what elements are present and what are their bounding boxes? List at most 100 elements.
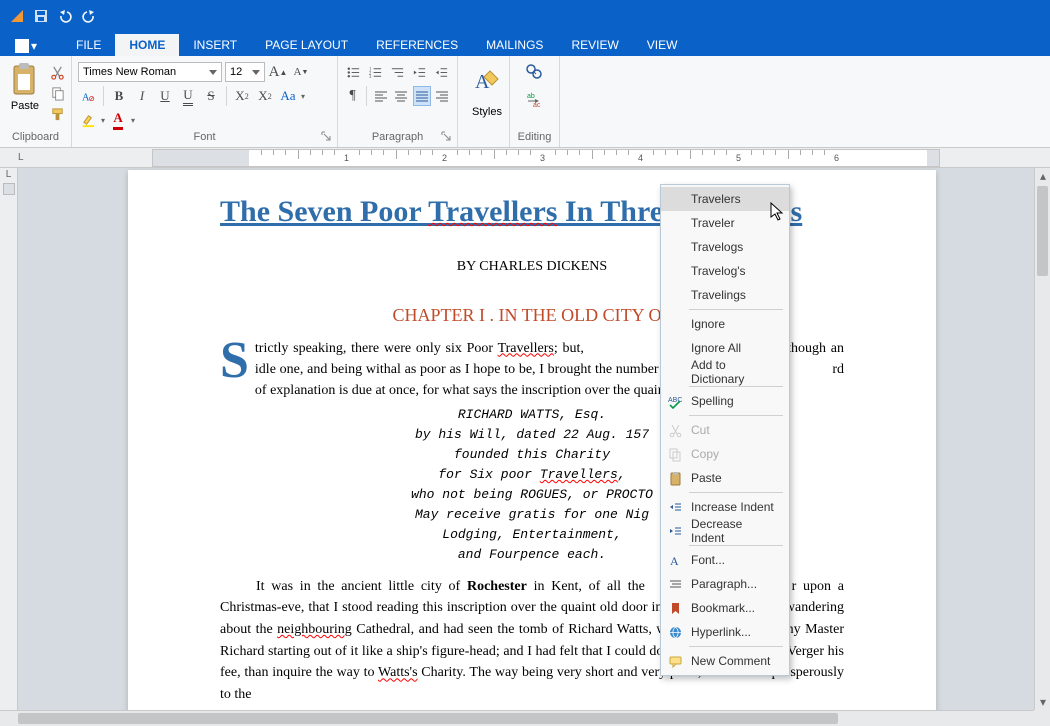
increase-indent-button[interactable]	[432, 62, 451, 82]
highlight-color-button[interactable]	[78, 110, 98, 130]
pilcrow-button[interactable]: ¶	[344, 86, 361, 106]
font-icon: A	[667, 552, 683, 568]
group-font: Times New Roman 12 A▲ A▼ A⊘ B I U U S X2…	[72, 56, 338, 147]
cm-new-comment[interactable]: New Comment	[661, 649, 789, 673]
cut-icon[interactable]	[48, 63, 66, 81]
spellcheck-icon: ABC	[667, 393, 683, 409]
group-styles-label	[464, 143, 503, 145]
decrease-indent-button[interactable]	[410, 62, 429, 82]
cm-suggestion-2[interactable]: Travelogs	[661, 235, 789, 259]
cm-add-dictionary[interactable]: Add to Dictionary	[661, 360, 789, 384]
app-logo-icon	[8, 7, 26, 25]
cm-font[interactable]: AFont...	[661, 548, 789, 572]
cm-increase-indent[interactable]: Increase Indent	[661, 495, 789, 519]
cut-icon	[667, 422, 683, 438]
shrink-font-icon[interactable]: A▼	[291, 62, 311, 82]
group-clipboard-label: Clipboard	[6, 131, 65, 145]
clear-formatting-icon[interactable]: A⊘	[78, 86, 98, 106]
file-menu-button[interactable]: ▾	[10, 36, 42, 56]
horizontal-ruler[interactable]: L 123456	[0, 148, 1050, 168]
hyperlink-icon	[667, 624, 683, 640]
multilevel-list-button[interactable]	[388, 62, 407, 82]
paragraph-dialog-launcher[interactable]	[441, 131, 453, 143]
comment-icon	[667, 653, 683, 669]
title-bar	[0, 0, 1050, 32]
svg-text:ac: ac	[533, 102, 541, 107]
cm-hyperlink[interactable]: Hyperlink...	[661, 620, 789, 644]
group-styles: A Styles	[458, 56, 510, 147]
save-icon[interactable]	[32, 7, 50, 25]
svg-text:A: A	[670, 554, 679, 568]
ribbon: Paste Clipboard Times New Roman 12 A▲ A▼…	[0, 56, 1050, 148]
group-paragraph-label: Paragraph	[344, 131, 451, 145]
vertical-scrollbar[interactable]: ▴ ▾	[1034, 168, 1050, 710]
superscript-button[interactable]: X2	[232, 86, 252, 106]
svg-text:ab: ab	[527, 93, 535, 100]
horizontal-scrollbar[interactable]	[0, 710, 1034, 726]
grow-font-icon[interactable]: A▲	[268, 62, 288, 82]
align-left-button[interactable]	[372, 86, 389, 106]
tab-insert[interactable]: INSERT	[179, 34, 251, 56]
group-editing: ab ac Editing	[510, 56, 560, 147]
cm-bookmark[interactable]: Bookmark...	[661, 596, 789, 620]
strikethrough-button[interactable]: S	[201, 86, 221, 106]
find-replace-icon[interactable]	[525, 63, 545, 83]
group-clipboard: Paste Clipboard	[0, 56, 72, 147]
font-name-combo[interactable]: Times New Roman	[78, 62, 222, 82]
tab-review[interactable]: REVIEW	[557, 34, 632, 56]
subscript-button[interactable]: X2	[255, 86, 275, 106]
cm-spelling[interactable]: ABCSpelling	[661, 389, 789, 413]
vertical-ruler[interactable]: L	[0, 168, 18, 710]
underline-button[interactable]: U	[155, 86, 175, 106]
font-dialog-launcher[interactable]	[321, 131, 333, 143]
copy-icon[interactable]	[48, 84, 66, 102]
cm-suggestion-1[interactable]: Traveler	[661, 211, 789, 235]
cm-cut: Cut	[661, 418, 789, 442]
styles-button[interactable]: A Styles	[464, 62, 510, 118]
font-color-button[interactable]: A	[108, 110, 128, 130]
cm-suggestion-4[interactable]: Travelings	[661, 283, 789, 307]
group-editing-label: Editing	[516, 131, 553, 145]
align-right-button[interactable]	[434, 86, 451, 106]
cm-ignore-all[interactable]: Ignore All	[661, 336, 789, 360]
replace-icon[interactable]: ab ac	[525, 89, 545, 109]
paste-icon	[667, 470, 683, 486]
change-case-button[interactable]: Aa	[278, 86, 298, 106]
redo-icon[interactable]	[80, 7, 98, 25]
cm-paste[interactable]: Paste	[661, 466, 789, 490]
numbering-button[interactable]: 123	[366, 62, 385, 82]
v-scroll-thumb[interactable]	[1037, 186, 1048, 276]
cm-paragraph[interactable]: Paragraph...	[661, 572, 789, 596]
cm-suggestion-3[interactable]: Travelog's	[661, 259, 789, 283]
bullets-button[interactable]	[344, 62, 363, 82]
tab-page-layout[interactable]: PAGE LAYOUT	[251, 34, 362, 56]
group-paragraph: 123 ¶ Paragraph	[338, 56, 458, 147]
cm-suggestion-0[interactable]: Travelers	[661, 187, 789, 211]
undo-icon[interactable]	[56, 7, 74, 25]
format-painter-icon[interactable]	[48, 105, 66, 123]
paragraph-icon	[667, 576, 683, 592]
svg-text:3: 3	[369, 75, 372, 80]
double-underline-button[interactable]: U	[178, 86, 198, 106]
align-justify-button[interactable]	[413, 86, 431, 106]
scroll-corner	[1034, 710, 1050, 726]
cm-decrease-indent[interactable]: Decrease Indent	[661, 519, 789, 543]
tab-view[interactable]: VIEW	[633, 34, 692, 56]
italic-button[interactable]: I	[132, 86, 152, 106]
svg-text:⊘: ⊘	[88, 94, 94, 103]
increase-indent-icon	[667, 499, 683, 515]
align-center-button[interactable]	[393, 86, 410, 106]
document-page[interactable]: The Seven Poor Travellers In Three Chapt…	[128, 170, 936, 710]
bookmark-icon	[667, 600, 683, 616]
font-size-combo[interactable]: 12	[225, 62, 265, 82]
cm-ignore[interactable]: Ignore	[661, 312, 789, 336]
h-scroll-thumb[interactable]	[18, 713, 838, 724]
tab-references[interactable]: REFERENCES	[362, 34, 472, 56]
paste-button[interactable]: Paste	[6, 60, 44, 114]
tab-mailings[interactable]: MAILINGS	[472, 34, 557, 56]
tab-file[interactable]: FILE	[62, 34, 115, 56]
bold-button[interactable]: B	[109, 86, 129, 106]
decrease-indent-icon	[667, 523, 683, 539]
tab-home[interactable]: HOME	[115, 34, 179, 56]
svg-text:ABC: ABC	[668, 397, 682, 404]
